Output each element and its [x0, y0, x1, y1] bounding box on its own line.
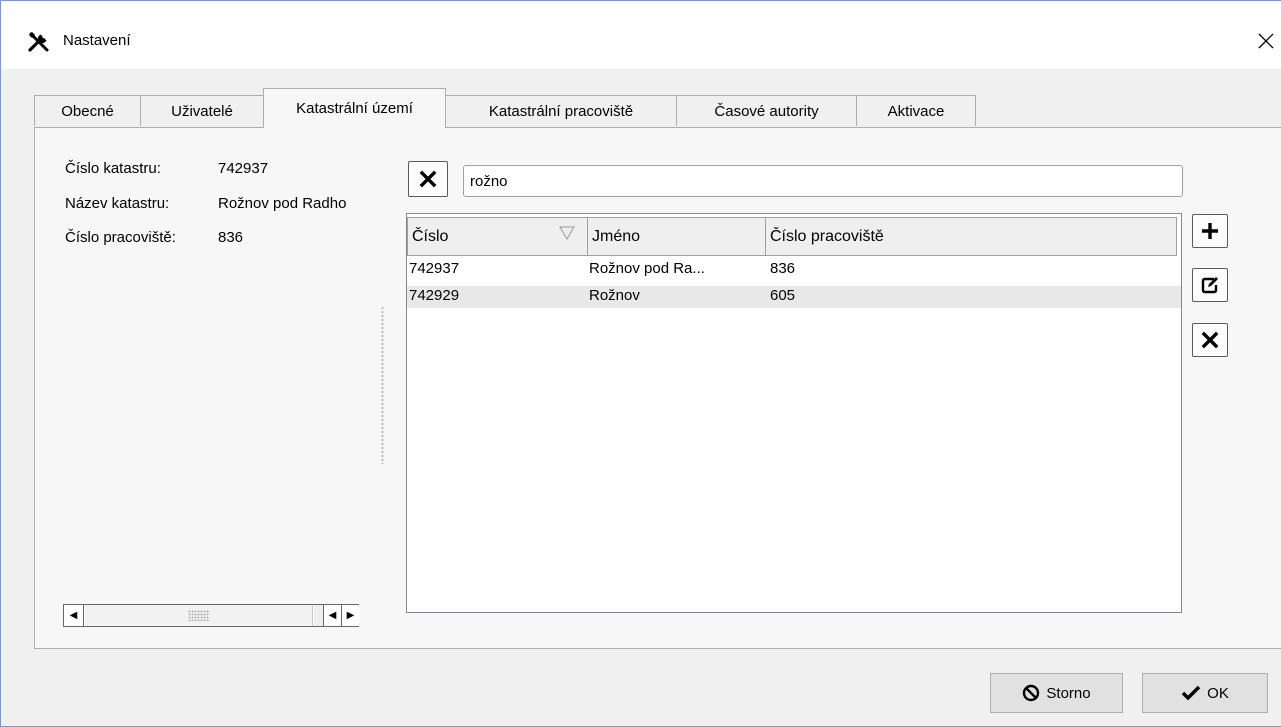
- table-header: Číslo Jméno Číslo pracoviště: [407, 214, 1181, 259]
- cancel-icon: [1023, 684, 1040, 702]
- scroll-left-arrow-icon[interactable]: ◀: [64, 605, 84, 626]
- edit-icon: [1201, 277, 1218, 294]
- katastr-table: Číslo Jméno Číslo pracoviště 742937 Rožn…: [406, 213, 1182, 613]
- scroll-left-arrow-icon[interactable]: ◀: [324, 605, 341, 626]
- cislo-katastru-label: Číslo katastru:: [65, 160, 161, 177]
- cell-jmeno: Rožnov: [589, 287, 640, 304]
- cell-jmeno: Rožnov pod Ra...: [589, 260, 705, 277]
- tab-uzivatele[interactable]: Uživatelé: [140, 95, 264, 126]
- scrollbar-grip: [188, 610, 210, 621]
- tab-obecne[interactable]: Obecné: [34, 95, 141, 126]
- settings-dialog: Nastavení Obecné Uživatelé Katastrální ú…: [0, 0, 1281, 727]
- cislo-katastru-value: 742937: [218, 160, 269, 177]
- plus-icon: [1202, 223, 1218, 239]
- cell-cislo: 742937: [409, 260, 460, 277]
- horizontal-scrollbar[interactable]: ◀ ◀ ▶: [63, 604, 359, 627]
- nazev-katastru-label: Název katastru:: [65, 195, 170, 212]
- scroll-right-arrow-icon[interactable]: ▶: [341, 605, 359, 626]
- column-header-cislo-pracoviste[interactable]: Číslo pracoviště: [765, 217, 1177, 256]
- cancel-label: Storno: [1046, 684, 1091, 702]
- table-row[interactable]: 742929 Rožnov 605: [407, 286, 1181, 308]
- tab-bar: Obecné Uživatelé Katastrální území Katas…: [1, 88, 1281, 128]
- delete-button[interactable]: [1192, 323, 1228, 357]
- tab-katastralni-pracoviste[interactable]: Katastrální pracoviště: [445, 95, 677, 126]
- add-button[interactable]: [1192, 214, 1228, 248]
- tab-katastralni-uzemi[interactable]: Katastrální území: [263, 88, 446, 128]
- search-input[interactable]: [463, 165, 1183, 197]
- tab-casove-autority[interactable]: Časové autority: [676, 95, 857, 126]
- table-row[interactable]: 742937 Rožnov pod Ra... 836: [407, 259, 1181, 281]
- column-header-jmeno[interactable]: Jméno: [587, 217, 766, 256]
- ok-label: OK: [1207, 684, 1229, 702]
- scroll-arrow-group: ◀ ▶: [323, 605, 359, 626]
- sort-descending-icon: [559, 226, 575, 240]
- cislo-pracoviste-value: 836: [218, 229, 244, 246]
- window-title: Nastavení: [63, 32, 131, 49]
- cell-pracoviste: 605: [770, 287, 796, 304]
- cancel-button[interactable]: Storno: [990, 673, 1123, 713]
- splitter-handle[interactable]: [381, 306, 384, 464]
- cislo-pracoviste-label: Číslo pracoviště:: [65, 229, 176, 246]
- nazev-katastru-value: Rožnov pod Radho: [218, 195, 347, 212]
- edit-button[interactable]: [1192, 268, 1228, 302]
- clear-search-button[interactable]: [408, 161, 448, 197]
- wrench-screwdriver-icon: [28, 32, 49, 52]
- scrollbar-track[interactable]: [314, 605, 323, 626]
- column-header-cislo[interactable]: Číslo: [407, 217, 588, 256]
- checkmark-icon: [1181, 685, 1201, 701]
- tab-aktivace[interactable]: Aktivace: [856, 95, 976, 126]
- clear-x-icon: [419, 170, 437, 188]
- cell-cislo: 742929: [409, 287, 460, 304]
- title-bar: Nastavení: [1, 1, 1281, 69]
- ok-button[interactable]: OK: [1142, 673, 1268, 713]
- scrollbar-thumb[interactable]: [85, 605, 313, 626]
- close-icon[interactable]: [1253, 28, 1279, 54]
- delete-x-icon: [1201, 331, 1219, 349]
- cell-pracoviste: 836: [770, 260, 796, 277]
